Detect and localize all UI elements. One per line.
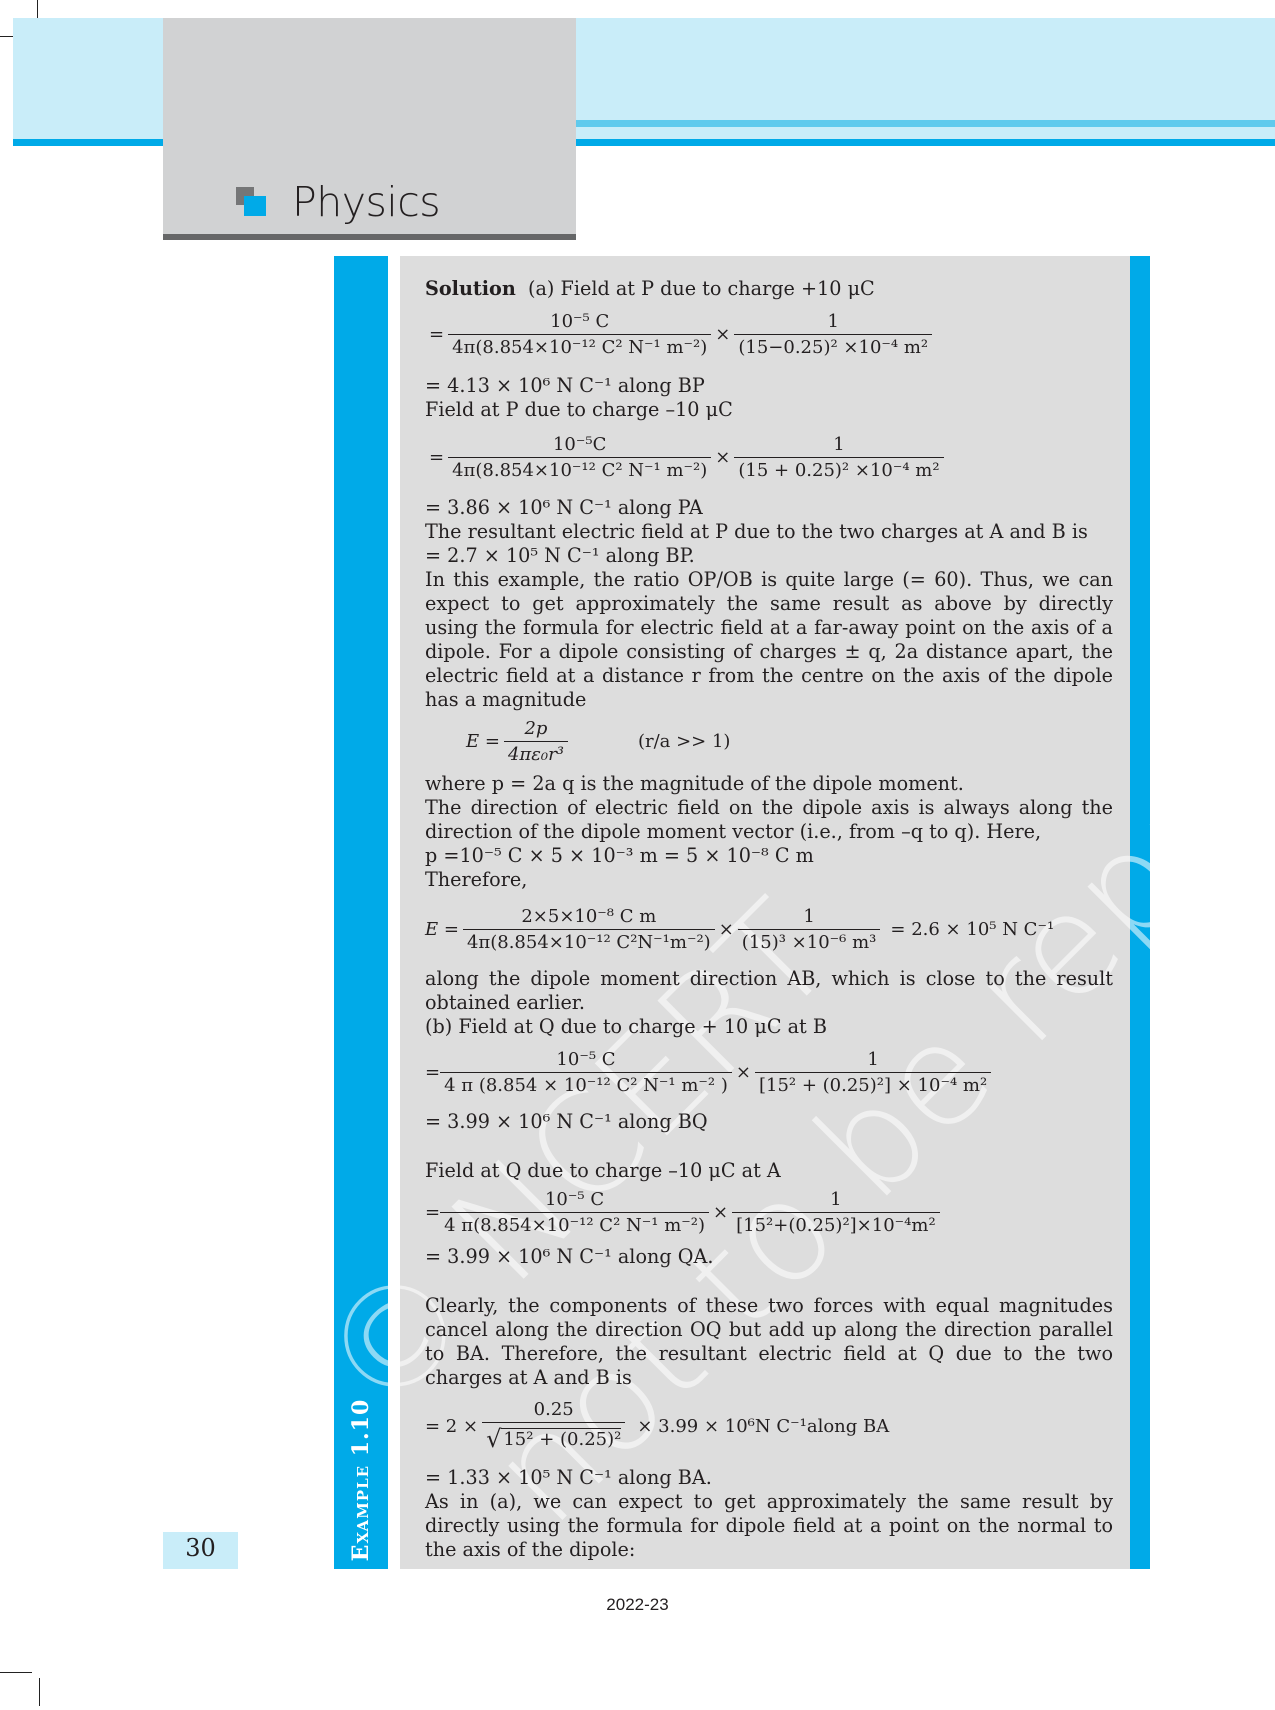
crop-mark (0, 1672, 32, 1673)
numerator: 1 (827, 311, 839, 332)
fraction: 0.25 √ 15² + (0.25)² (482, 1399, 626, 1453)
eq-condition: (r/a >> 1) (637, 731, 731, 752)
denominator: [15²+(0.25)²]×10⁻⁴m² (732, 1212, 940, 1236)
field-minus-intro: Field at P due to charge –10 μC (425, 398, 733, 421)
p-value: p =10⁻⁵ C × 5 × 10⁻³ m = 5 × 10⁻⁸ C m (425, 844, 814, 867)
part-a-intro: (a) Field at P due to charge +10 μC (528, 277, 875, 300)
fraction: 10⁻⁵ C 4π(8.854×10⁻¹² C² N⁻¹ m⁻²) (448, 311, 712, 358)
result-4: = 3.99 × 10⁶ N C⁻¹ along BQ (425, 1110, 708, 1133)
denominator: 4π(8.854×10⁻¹² C²N⁻¹m⁻²) (462, 929, 715, 953)
denominator: 4π(8.854×10⁻¹² C² N⁻¹ m⁻²) (448, 457, 712, 481)
resultant-value: = 2.7 × 10⁵ N C⁻¹ along BP. (425, 544, 695, 567)
times-sign: × (713, 1202, 729, 1223)
overlapping-squares-icon-front (244, 196, 266, 216)
denominator: (15−0.25)² ×10⁻⁴ m² (734, 334, 933, 358)
denominator: 4π(8.854×10⁻¹² C² N⁻¹ m⁻²) (448, 334, 712, 358)
paragraph-5: As in (a), we can expect to get approxim… (425, 1490, 1113, 1561)
square-root-sign: √ (486, 1425, 502, 1453)
part-b-intro: (b) Field at Q due to charge + 10 μC at … (425, 1015, 827, 1038)
edition-year: 2022-23 (606, 1595, 669, 1614)
paragraph-1: In this example, the ratio OP/OB is quit… (425, 568, 1113, 711)
times-sign: × (735, 1062, 751, 1083)
denominator: (15 + 0.25)² ×10⁻⁴ m² (734, 457, 944, 481)
crop-mark (37, 0, 38, 20)
numerator: 1 (867, 1049, 879, 1070)
subject-title: Physics (292, 178, 441, 226)
fraction: 1 [15²+(0.25)²]×10⁻⁴m² (732, 1189, 940, 1236)
header-rule-thin (575, 120, 1275, 127)
eq-prefix: = 2 × (425, 1415, 479, 1437)
denominator: 4 π (8.854 × 10⁻¹² C² N⁻¹ m⁻² ) (440, 1072, 732, 1096)
result-1: = 4.13 × 10⁶ N C⁻¹ along BP (425, 374, 705, 397)
result-5: = 3.99 × 10⁶ N C⁻¹ along QA. (425, 1245, 714, 1268)
radicand: 15² + (0.25)² (501, 1428, 622, 1450)
eq-prefix: = (425, 1202, 441, 1223)
equation-1: = 10⁻⁵ C 4π(8.854×10⁻¹² C² N⁻¹ m⁻²) × 1 (15−0… (425, 311, 933, 358)
numerator: 10⁻⁵ C (556, 1049, 616, 1070)
field-q-minus-intro: Field at Q due to charge –10 μC at A (425, 1159, 781, 1182)
example-label-text: Example 1.10 (348, 1398, 374, 1562)
eq-lhs: E = (425, 919, 459, 940)
denominator: √ 15² + (0.25)² (482, 1422, 626, 1453)
fraction: 1 (15−0.25)² ×10⁻⁴ m² (734, 311, 933, 358)
eq-result: = 2.6 × 10⁵ N C⁻¹ (890, 919, 1055, 940)
fraction: 1 [15² + (0.25)²] × 10⁻⁴ m² (754, 1049, 992, 1096)
fraction: 1 (15)³ ×10⁻⁶ m³ (737, 906, 881, 953)
fraction: 2×5×10⁻⁸ C m 4π(8.854×10⁻¹² C²N⁻¹m⁻²) (462, 906, 715, 953)
denominator: [15² + (0.25)²] × 10⁻⁴ m² (754, 1072, 992, 1096)
numerator: 2p (524, 718, 548, 739)
numerator: 10⁻⁵ C (550, 311, 610, 332)
resultant-line: The resultant electric field at P due to… (425, 520, 1088, 543)
paragraph-3: along the dipole moment direction AB, wh… (425, 967, 1113, 1014)
result-2: = 3.86 × 10⁶ N C⁻¹ along PA (425, 496, 703, 519)
eq-rest: × 3.99 × 10⁶N C⁻¹along BA (637, 1415, 890, 1437)
equation-2: = 10⁻⁵C 4π(8.854×10⁻¹² C² N⁻¹ m⁻²) × 1 (15 + … (425, 434, 944, 481)
numerator: 10⁻⁵C (552, 434, 607, 455)
numerator: 1 (803, 906, 815, 927)
therefore: Therefore, (425, 868, 528, 891)
paragraph-4: Clearly, the components of these two for… (425, 1294, 1113, 1389)
eq-prefix: = (429, 324, 445, 345)
example-right-strip (1130, 256, 1150, 1569)
fraction: 10⁻⁵C 4π(8.854×10⁻¹² C² N⁻¹ m⁻²) (448, 434, 712, 481)
fraction: 10⁻⁵ C4 π (8.854 × 10⁻¹² C² N⁻¹ m⁻² ) (440, 1049, 732, 1096)
denominator: (15)³ ×10⁻⁶ m³ (737, 929, 881, 953)
numerator: 10⁻⁵ C (544, 1189, 605, 1210)
paragraph-2: The direction of electric field on the d… (425, 796, 1113, 843)
denominator: 4πε₀r³ (503, 741, 568, 765)
numerator: 0.25 (533, 1399, 574, 1420)
equation-6: = 2 × 0.25 √ 15² + (0.25)² × 3.99 × 10⁶N C⁻¹… (425, 1399, 893, 1453)
eq-prefix: = (429, 447, 445, 468)
header-title-underline (163, 234, 576, 240)
denominator: 4 π(8.854×10⁻¹² C² N⁻¹ m⁻²) (440, 1212, 709, 1236)
dipole-equation: E = 2p 4πε₀r³ (r/a >> 1) (462, 718, 734, 765)
times-sign: × (718, 919, 734, 940)
fraction: 10⁻⁵ C4 π(8.854×10⁻¹² C² N⁻¹ m⁻²) (440, 1189, 709, 1236)
eq-prefix: = (425, 1062, 441, 1083)
times-sign: × (715, 447, 731, 468)
fraction: 2p 4πε₀r³ (503, 718, 568, 765)
example-label: Example 1.10 (334, 1398, 388, 1562)
times-sign: × (715, 324, 731, 345)
equation-3: E = 2×5×10⁻⁸ C m 4π(8.854×10⁻¹² C²N⁻¹m⁻²) ×… (425, 906, 1058, 953)
crop-mark (39, 1678, 40, 1706)
result-6: = 1.33 × 10⁵ N C⁻¹ along BA. (425, 1466, 712, 1489)
page-number: 30 (185, 1534, 216, 1562)
crop-mark (0, 36, 14, 37)
example-side-strip (334, 256, 388, 1569)
solution-heading: Solution (425, 277, 516, 300)
fraction: 1 (15 + 0.25)² ×10⁻⁴ m² (734, 434, 944, 481)
numerator: 1 (830, 1189, 842, 1210)
equation-4: = 10⁻⁵ C4 π (8.854 × 10⁻¹² C² N⁻¹ m⁻² ) × 1… (425, 1049, 992, 1096)
eq-lhs: E = (466, 731, 500, 752)
where-line: where p = 2a q is the magnitude of the d… (425, 772, 964, 795)
numerator: 2×5×10⁻⁸ C m (521, 906, 657, 927)
numerator: 1 (833, 434, 845, 455)
solution-intro: Solution (a) Field at P due to charge +1… (425, 277, 875, 301)
equation-5: = 10⁻⁵ C4 π(8.854×10⁻¹² C² N⁻¹ m⁻²) × 1 [15²… (425, 1189, 940, 1236)
